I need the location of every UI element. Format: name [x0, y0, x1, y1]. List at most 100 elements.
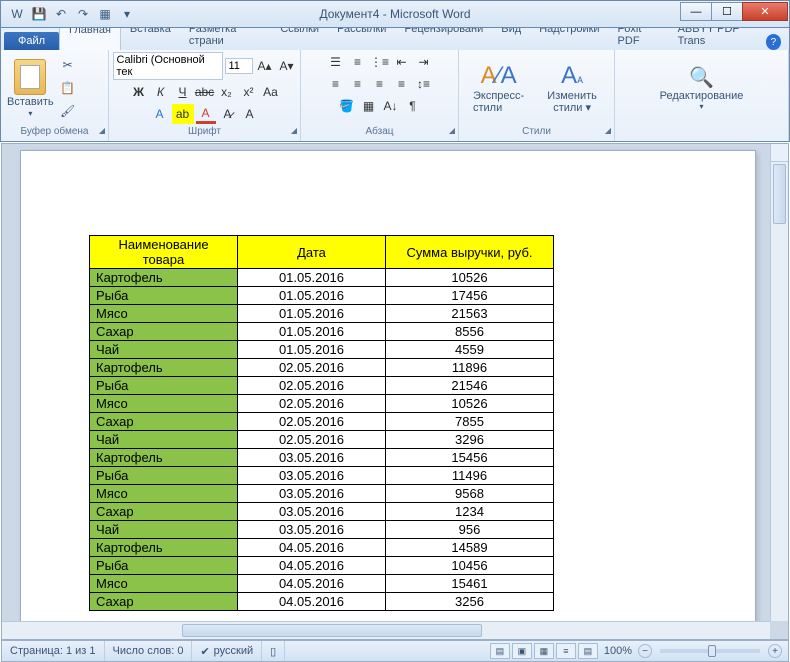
grow-font-button[interactable]: A▴ [255, 56, 275, 76]
document-table[interactable]: Наименование товараДатаСумма выручки, ру… [89, 235, 554, 611]
table-row[interactable]: Картофель04.05.201614589 [90, 539, 554, 557]
table-cell[interactable]: 21546 [386, 377, 554, 395]
table-cell[interactable]: Чай [90, 521, 238, 539]
superscript-button[interactable]: x² [239, 82, 259, 102]
justify-button[interactable]: ≡ [392, 74, 412, 94]
table-cell[interactable]: 7855 [386, 413, 554, 431]
table-cell[interactable]: 03.05.2016 [238, 449, 386, 467]
multilevel-list-button[interactable]: ⋮≡ [370, 52, 390, 72]
font-name-select[interactable]: Calibri (Основной тек [113, 52, 223, 80]
strikethrough-button[interactable]: abc [195, 82, 215, 102]
table-row[interactable]: Рыба02.05.201621546 [90, 377, 554, 395]
table-cell[interactable]: 15456 [386, 449, 554, 467]
table-cell[interactable]: 03.05.2016 [238, 503, 386, 521]
table-cell[interactable]: 21563 [386, 305, 554, 323]
undo-button[interactable]: ↶ [51, 4, 71, 24]
increase-indent-button[interactable]: ⇥ [414, 52, 434, 72]
underline-button[interactable]: Ч [173, 82, 193, 102]
quick-styles-button[interactable]: A⁄A Экспресс-стили [465, 58, 532, 118]
clear-formatting-button[interactable]: A̷ [218, 104, 238, 124]
paste-label[interactable]: Вставить [7, 96, 54, 108]
table-cell[interactable]: 11896 [386, 359, 554, 377]
table-cell[interactable]: Мясо [90, 305, 238, 323]
decrease-indent-button[interactable]: ⇤ [392, 52, 412, 72]
table-row[interactable]: Мясо01.05.201621563 [90, 305, 554, 323]
table-cell[interactable]: Мясо [90, 395, 238, 413]
word-icon[interactable]: W [7, 4, 27, 24]
table-cell[interactable]: 01.05.2016 [238, 341, 386, 359]
table-row[interactable]: Сахар03.05.20161234 [90, 503, 554, 521]
styles-dialog-launcher[interactable]: ◢ [605, 126, 611, 135]
table-cell[interactable]: Мясо [90, 575, 238, 593]
table-cell[interactable]: 10526 [386, 269, 554, 287]
table-cell[interactable]: 3256 [386, 593, 554, 611]
table-row[interactable]: Сахар04.05.20163256 [90, 593, 554, 611]
close-button[interactable]: ✕ [742, 2, 788, 21]
table-header[interactable]: Дата [238, 236, 386, 269]
zoom-slider[interactable] [660, 649, 760, 653]
table-cell[interactable]: Рыба [90, 467, 238, 485]
view-fullscreen-button[interactable]: ▣ [512, 643, 532, 659]
sort-button[interactable]: A↓ [381, 96, 401, 116]
table-cell[interactable]: Сахар [90, 593, 238, 611]
table-cell[interactable]: 01.05.2016 [238, 269, 386, 287]
table-row[interactable]: Рыба03.05.201611496 [90, 467, 554, 485]
show-marks-button[interactable]: ¶ [403, 96, 423, 116]
table-cell[interactable]: Картофель [90, 269, 238, 287]
maximize-button[interactable]: ☐ [711, 2, 743, 21]
font-size-select[interactable]: 11 [225, 58, 253, 74]
table-cell[interactable]: 3296 [386, 431, 554, 449]
table-cell[interactable]: 03.05.2016 [238, 521, 386, 539]
file-tab[interactable]: Файл [4, 32, 59, 50]
status-page[interactable]: Страница: 1 из 1 [2, 641, 105, 661]
table-cell[interactable]: 02.05.2016 [238, 431, 386, 449]
table-cell[interactable]: 02.05.2016 [238, 377, 386, 395]
table-cell[interactable]: Рыба [90, 287, 238, 305]
table-cell[interactable]: 02.05.2016 [238, 413, 386, 431]
ruler-toggle[interactable] [770, 144, 788, 162]
vertical-scroll-thumb[interactable] [773, 164, 786, 224]
table-cell[interactable]: Сахар [90, 323, 238, 341]
table-cell[interactable]: 1234 [386, 503, 554, 521]
table-row[interactable]: Картофель02.05.201611896 [90, 359, 554, 377]
numbering-button[interactable]: ≡ [348, 52, 368, 72]
table-cell[interactable]: 04.05.2016 [238, 593, 386, 611]
table-cell[interactable]: 04.05.2016 [238, 539, 386, 557]
table-cell[interactable]: 14589 [386, 539, 554, 557]
table-cell[interactable]: 11496 [386, 467, 554, 485]
qat-dropdown[interactable]: ▾ [117, 4, 137, 24]
page[interactable]: Наименование товараДатаСумма выручки, ру… [20, 150, 756, 640]
line-spacing-button[interactable]: ↕≡ [414, 74, 434, 94]
align-left-button[interactable]: ≡ [326, 74, 346, 94]
table-cell[interactable]: Картофель [90, 449, 238, 467]
table-cell[interactable]: Чай [90, 341, 238, 359]
table-cell[interactable]: 10526 [386, 395, 554, 413]
table-cell[interactable]: 15461 [386, 575, 554, 593]
subscript-button[interactable]: x₂ [217, 82, 237, 102]
table-cell[interactable]: Сахар [90, 413, 238, 431]
table-row[interactable]: Чай03.05.2016956 [90, 521, 554, 539]
table-row[interactable]: Рыба01.05.201617456 [90, 287, 554, 305]
table-header[interactable]: Наименование товара [90, 236, 238, 269]
table-row[interactable]: Сахар01.05.20168556 [90, 323, 554, 341]
table-cell[interactable]: 8556 [386, 323, 554, 341]
table-cell[interactable]: 956 [386, 521, 554, 539]
table-cell[interactable]: Чай [90, 431, 238, 449]
table-row[interactable]: Мясо02.05.201610526 [90, 395, 554, 413]
table-cell[interactable]: Мясо [90, 485, 238, 503]
table-cell[interactable]: Рыба [90, 377, 238, 395]
font-dialog-launcher[interactable]: ◢ [291, 126, 297, 135]
table-row[interactable]: Чай02.05.20163296 [90, 431, 554, 449]
zoom-slider-thumb[interactable] [708, 645, 716, 657]
text-effects-button[interactable]: A [150, 104, 170, 124]
paste-dropdown-icon[interactable]: ▾ [28, 109, 32, 118]
table-row[interactable]: Картофель01.05.201610526 [90, 269, 554, 287]
table-cell[interactable]: Сахар [90, 503, 238, 521]
vertical-scrollbar[interactable] [770, 162, 788, 621]
table-cell[interactable]: 03.05.2016 [238, 485, 386, 503]
view-web-button[interactable]: ▦ [534, 643, 554, 659]
align-right-button[interactable]: ≡ [370, 74, 390, 94]
horizontal-scroll-thumb[interactable] [182, 624, 482, 637]
table-cell[interactable]: 4559 [386, 341, 554, 359]
table-cell[interactable]: 02.05.2016 [238, 359, 386, 377]
